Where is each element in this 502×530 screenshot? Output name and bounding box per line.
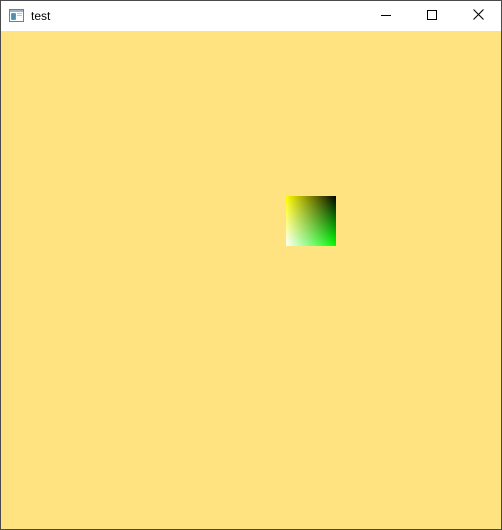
client-area[interactable] [1,31,501,529]
gradient-square [286,196,336,246]
close-icon [472,7,484,25]
maximize-button[interactable] [409,1,455,31]
minimize-icon [381,7,391,25]
window-title: test [31,9,51,23]
close-button[interactable] [455,1,501,31]
minimize-button[interactable] [363,1,409,31]
maximize-icon [427,7,437,25]
app-window-icon [9,9,24,22]
app-window: test [0,0,502,530]
title-bar[interactable]: test [1,1,501,31]
